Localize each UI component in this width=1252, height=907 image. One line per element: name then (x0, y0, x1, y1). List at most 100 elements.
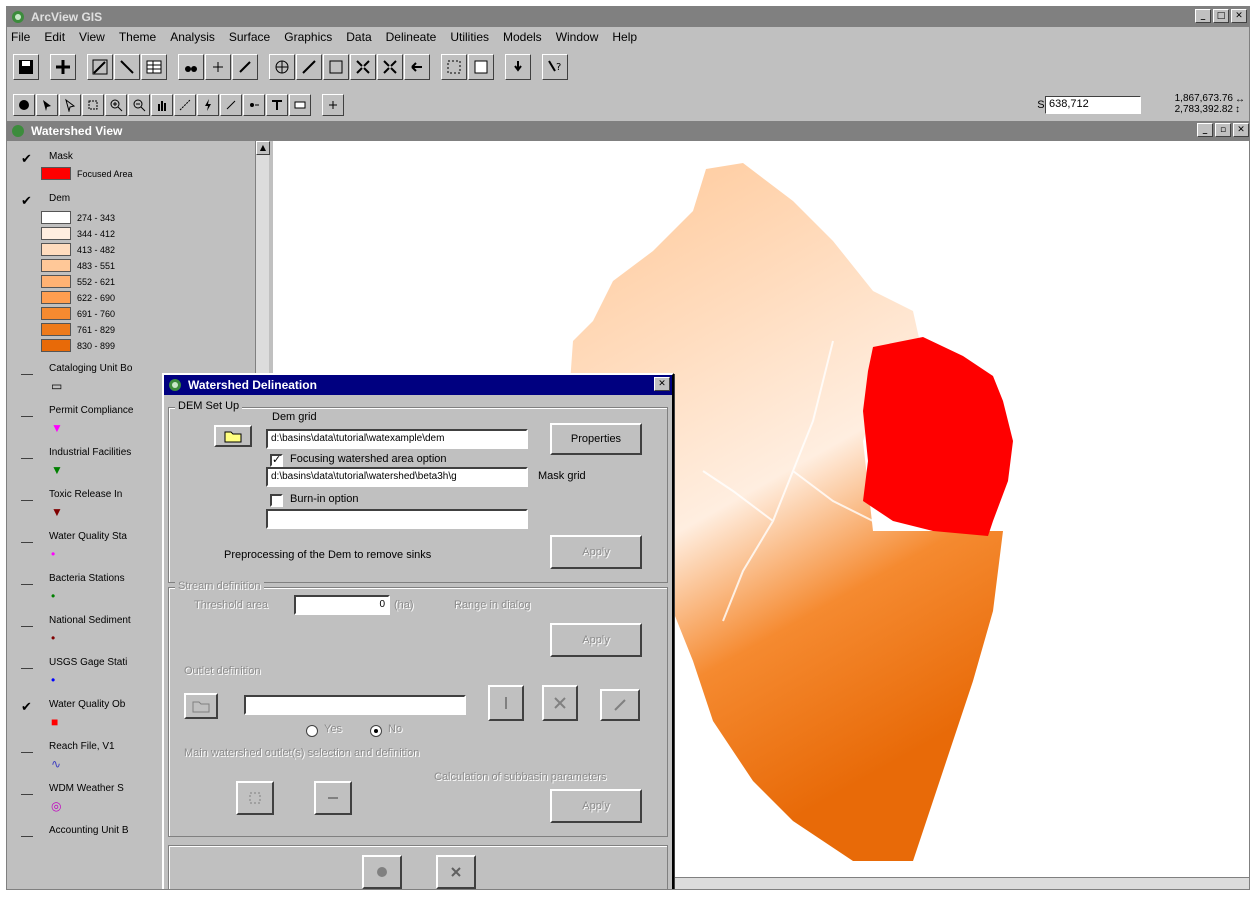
minimize-button[interactable]: _ (1195, 9, 1211, 23)
calculation-apply-button[interactable]: Apply (550, 789, 642, 823)
theme-visible-checkbox[interactable] (21, 491, 33, 501)
find-button[interactable] (178, 54, 204, 80)
load-outlet-button[interactable] (184, 693, 218, 719)
add-outlet-button[interactable] (488, 685, 524, 721)
menu-graphics[interactable]: Graphics (284, 30, 332, 44)
add-theme-button[interactable] (50, 54, 76, 80)
floppy-icon (19, 60, 33, 74)
scroll-up-arrow-icon[interactable]: ▲ (256, 141, 270, 155)
theme-visible-checkmark[interactable]: ✔ (21, 194, 35, 207)
theme-visible-checkbox[interactable] (21, 449, 33, 459)
menu-utilities[interactable]: Utilities (450, 30, 489, 44)
theme-visible-checkbox[interactable] (21, 659, 33, 669)
menu-help[interactable]: Help (612, 30, 637, 44)
vertex-edit-tool[interactable] (59, 94, 81, 116)
theme-visible-checkbox[interactable]: ✔ (21, 700, 35, 713)
menu-data[interactable]: Data (346, 30, 371, 44)
snap-tool[interactable] (322, 94, 344, 116)
theme-visible-checkmark[interactable]: ✔ (21, 152, 35, 165)
save-project-button[interactable] (13, 54, 39, 80)
report-button[interactable] (362, 855, 402, 889)
theme-visible-checkbox[interactable] (21, 785, 33, 795)
view-close-button[interactable]: ✕ (1233, 123, 1249, 137)
outlet-radio-yes[interactable] (306, 725, 318, 737)
zoom-in-tool[interactable] (105, 94, 127, 116)
select-outlet-button[interactable] (236, 781, 274, 815)
remove-button[interactable] (436, 855, 476, 889)
view-maximize-button[interactable]: ▫ (1215, 123, 1231, 137)
pencil-icon (92, 59, 108, 75)
identify-tool[interactable] (13, 94, 35, 116)
dem-class-swatch (41, 291, 71, 304)
theme-visible-checkbox[interactable] (21, 575, 33, 585)
label-tool[interactable] (243, 94, 265, 116)
delete-outlet-button[interactable] (542, 685, 578, 721)
menu-file[interactable]: File (11, 30, 30, 44)
menu-models[interactable]: Models (503, 30, 542, 44)
preprocess-apply-button[interactable]: Apply (550, 535, 642, 569)
zoom-selected-button[interactable] (323, 54, 349, 80)
theme-visible-checkbox[interactable] (21, 827, 33, 837)
theme-properties-button[interactable] (87, 54, 113, 80)
scale-input[interactable]: 638,712 (1045, 96, 1141, 114)
pan-tool[interactable] (151, 94, 173, 116)
burn-in-checkbox[interactable] (270, 494, 283, 507)
view-minimize-button[interactable]: _ (1197, 123, 1213, 137)
measure-tool[interactable] (174, 94, 196, 116)
clear-selection-button[interactable] (468, 54, 494, 80)
open-table-button[interactable] (141, 54, 167, 80)
outlet-definition-label: Outlet definition (184, 665, 261, 677)
dialog-app-icon (168, 378, 182, 392)
dem-grid-field[interactable]: d:\basins\data\tutorial\watexample\dem (266, 429, 528, 449)
properties-button[interactable]: Properties (550, 423, 642, 455)
theme-visible-checkbox[interactable] (21, 407, 33, 417)
mask-grid-field[interactable]: d:\basins\data\tutorial\watershed\beta3h… (266, 467, 528, 487)
hotlink-button[interactable] (505, 54, 531, 80)
menu-surface[interactable]: Surface (229, 30, 270, 44)
select-feature-tool[interactable] (82, 94, 104, 116)
theme-visible-checkbox[interactable] (21, 533, 33, 543)
menu-window[interactable]: Window (556, 30, 599, 44)
draw-tool[interactable] (289, 94, 311, 116)
area-of-interest-tool[interactable] (220, 94, 242, 116)
zoom-out-tool[interactable] (128, 94, 150, 116)
theme-visible-checkbox[interactable] (21, 743, 33, 753)
menu-edit[interactable]: Edit (44, 30, 65, 44)
pointer-tool[interactable] (36, 94, 58, 116)
zoom-active-button[interactable] (296, 54, 322, 80)
zoom-in-button[interactable] (350, 54, 376, 80)
menu-theme[interactable]: Theme (119, 30, 156, 44)
hotlink-tool[interactable] (197, 94, 219, 116)
menu-analysis[interactable]: Analysis (170, 30, 215, 44)
maximize-button[interactable]: □ (1213, 9, 1229, 23)
menu-view[interactable]: View (79, 30, 105, 44)
text-tool[interactable] (266, 94, 288, 116)
coord-arrows-icon: ↔ ↕ (1235, 94, 1245, 115)
locate-address-button[interactable] (205, 54, 231, 80)
focus-watershed-checkbox[interactable]: ✓ (270, 454, 283, 467)
zoom-active-icon (302, 60, 316, 74)
burn-in-field[interactable] (266, 509, 528, 529)
redefine-outlet-button[interactable] (600, 689, 640, 721)
threshold-field[interactable]: 0 (294, 595, 390, 615)
theme-visible-checkbox[interactable] (21, 365, 33, 375)
stream-apply-button[interactable]: Apply (550, 623, 642, 657)
close-button[interactable]: ✕ (1231, 9, 1247, 23)
edit-legend-button[interactable] (114, 54, 140, 80)
open-dem-button[interactable] (214, 425, 252, 447)
select-features-button[interactable] (441, 54, 467, 80)
zoom-full-button[interactable] (269, 54, 295, 80)
delineate-watershed-button[interactable] (314, 781, 352, 815)
zoom-out-button[interactable] (377, 54, 403, 80)
outlet-table-field[interactable] (244, 695, 466, 715)
query-builder-button[interactable] (232, 54, 258, 80)
dialog-close-button[interactable]: ✕ (654, 377, 670, 391)
add-outlet-icon (505, 697, 507, 709)
zoom-previous-button[interactable] (404, 54, 430, 80)
outlet-radio-no[interactable] (370, 725, 382, 737)
dem-class-swatch (41, 307, 71, 320)
menu-delineate[interactable]: Delineate (386, 30, 437, 44)
help-button[interactable]: ? (542, 54, 568, 80)
theme-visible-checkbox[interactable] (21, 617, 33, 627)
theme-symbol-icon: • (51, 673, 56, 687)
